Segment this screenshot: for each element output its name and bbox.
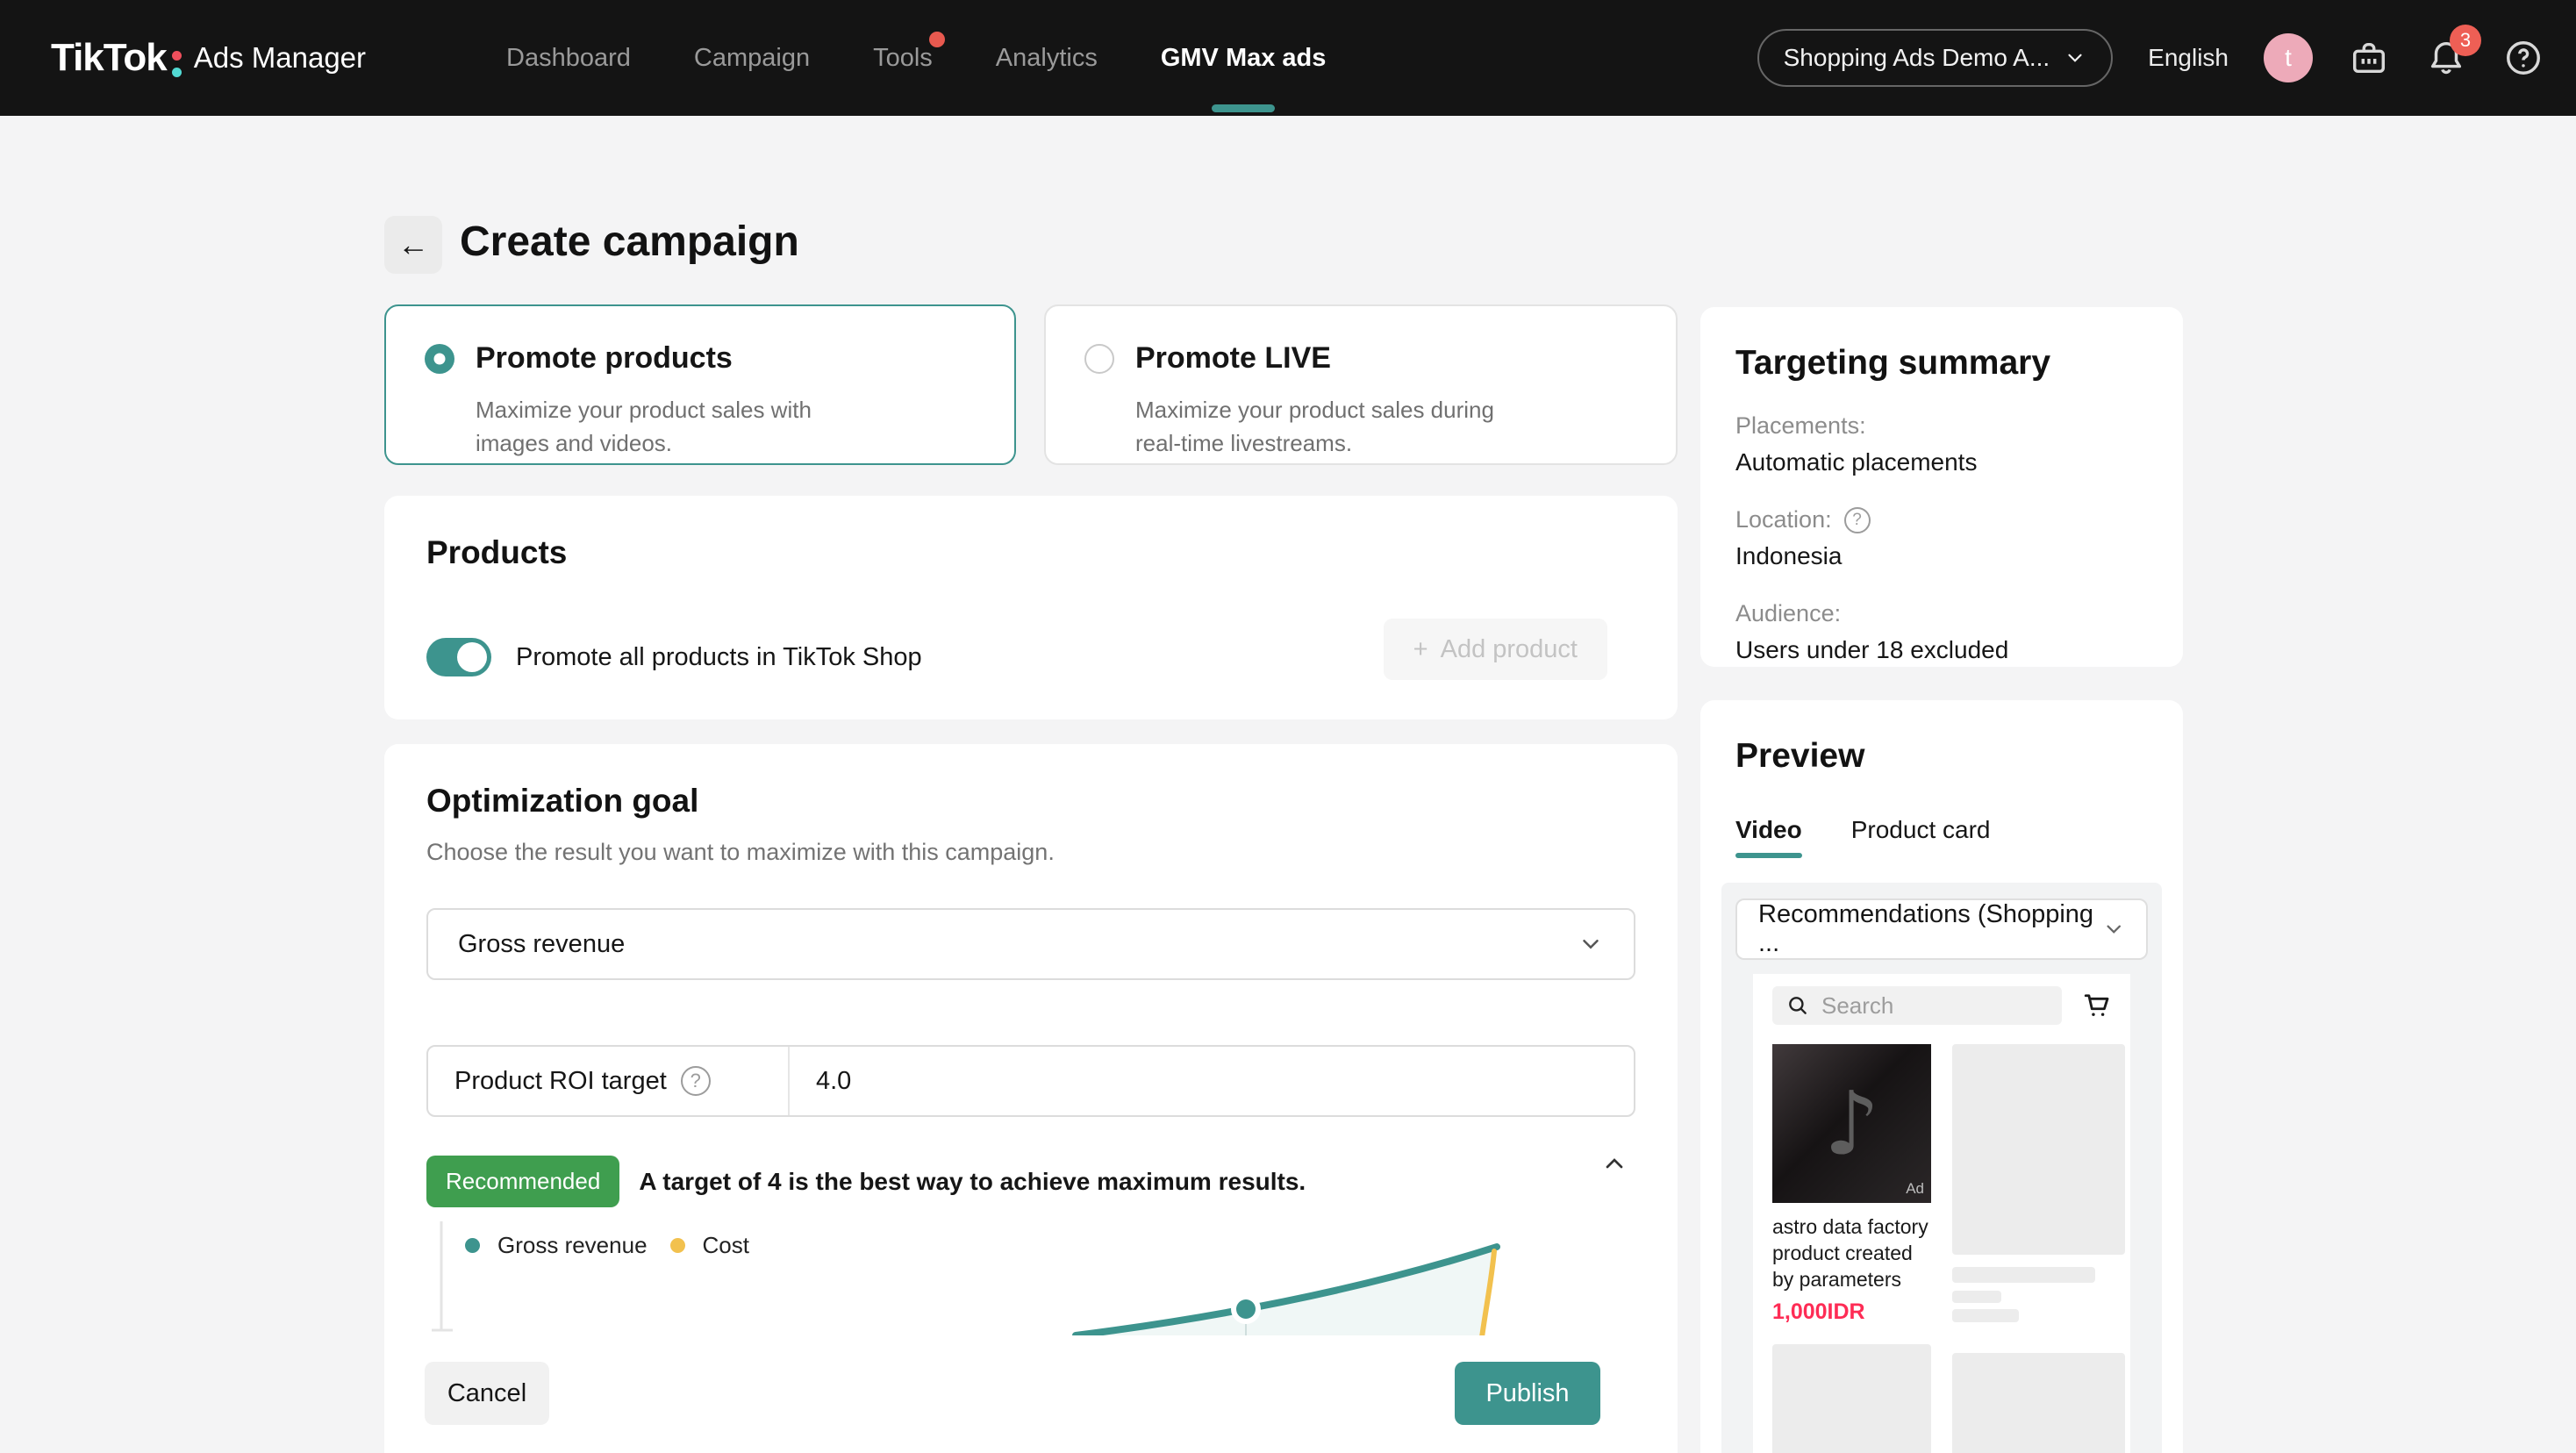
recommended-badge: Recommended xyxy=(426,1156,619,1207)
tab-video[interactable]: Video xyxy=(1735,816,1802,858)
preview-tabs: Video Product card xyxy=(1735,816,2148,858)
brand-suffix: Ads Manager xyxy=(194,41,366,75)
location-label: Location: ? xyxy=(1735,506,2148,533)
skeleton-text-line xyxy=(1952,1309,2019,1322)
location-value: Indonesia xyxy=(1735,542,2148,570)
targeting-summary-heading: Targeting summary xyxy=(1735,344,2148,383)
tools-notification-dot xyxy=(929,32,945,47)
chevron-down-icon xyxy=(2064,47,2086,69)
preview-panel: Recommendations (Shopping ... Search xyxy=(1721,883,2162,1453)
optimization-goal-select[interactable]: Gross revenue xyxy=(426,908,1635,980)
recommendation-text: A target of 4 is the best way to achieve… xyxy=(639,1168,1306,1196)
nav-item-analytics[interactable]: Analytics xyxy=(996,0,1098,116)
primary-nav: Dashboard Campaign Tools Analytics GMV M… xyxy=(506,0,1326,116)
targeting-summary-card: Targeting summary Placements: Automatic … xyxy=(1700,307,2183,667)
help-icon[interactable] xyxy=(2502,37,2544,79)
nav-item-campaign[interactable]: Campaign xyxy=(694,0,810,116)
campaign-type-promote-products[interactable]: Promote products Maximize your product s… xyxy=(384,304,1016,465)
skeleton-image-block xyxy=(1952,1044,2125,1255)
publish-button[interactable]: Publish xyxy=(1455,1362,1600,1425)
action-footer: Cancel Publish xyxy=(384,1335,1678,1453)
notifications-bell-icon[interactable]: 3 xyxy=(2425,37,2467,79)
brand-wordmark: TikTok xyxy=(51,36,167,80)
language-selector[interactable]: English xyxy=(2148,44,2229,72)
preview-placement-select[interactable]: Recommendations (Shopping ... xyxy=(1735,898,2148,960)
ad-label: Ad xyxy=(1906,1180,1924,1198)
roi-help-icon[interactable]: ? xyxy=(681,1066,711,1096)
audience-value: Users under 18 excluded xyxy=(1735,636,2148,664)
promote-all-toggle-label: Promote all products in TikTok Shop xyxy=(516,643,922,672)
roi-target-input[interactable] xyxy=(790,1047,1634,1115)
plus-icon: + xyxy=(1413,635,1428,664)
toolbox-icon[interactable] xyxy=(2348,37,2390,79)
location-help-icon[interactable]: ? xyxy=(1844,507,1871,533)
search-placeholder: Search xyxy=(1821,992,1893,1020)
cancel-button[interactable]: Cancel xyxy=(425,1362,549,1425)
phone-search-field[interactable]: Search xyxy=(1772,986,2062,1025)
audience-label: Audience: xyxy=(1735,600,2148,627)
campaign-type-description: Maximize your product sales during real-… xyxy=(1135,393,1521,460)
products-heading: Products xyxy=(426,534,1635,571)
promote-all-toggle[interactable] xyxy=(426,638,491,676)
chevron-down-icon xyxy=(1578,931,1604,957)
brand-colon-icon xyxy=(172,51,182,77)
preview-heading: Preview xyxy=(1735,737,2148,776)
nav-right-cluster: Shopping Ads Demo A... English t 3 xyxy=(1757,0,2544,116)
nav-item-gmv-max-ads[interactable]: GMV Max ads xyxy=(1161,0,1327,116)
optimization-heading: Optimization goal xyxy=(426,783,1635,820)
account-selector[interactable]: Shopping Ads Demo A... xyxy=(1757,29,2114,87)
product-price: 1,000IDR xyxy=(1772,1299,1931,1325)
back-arrow-icon: ← xyxy=(397,226,429,263)
campaign-type-promote-live[interactable]: Promote LIVE Maximize your product sales… xyxy=(1044,304,1678,465)
chevron-down-icon xyxy=(2102,917,2125,941)
product-ad-image[interactable]: ♪ Ad xyxy=(1772,1044,1931,1203)
tab-product-card[interactable]: Product card xyxy=(1851,816,1991,858)
collapse-chevron-up-icon[interactable] xyxy=(1600,1149,1628,1177)
notification-count-badge: 3 xyxy=(2450,25,2481,56)
optimization-goal-value: Gross revenue xyxy=(458,930,625,959)
roi-target-label: Product ROI target xyxy=(454,1067,667,1096)
phone-preview-screen: Search ♪ xyxy=(1753,974,2130,1453)
campaign-type-title: Promote products xyxy=(476,341,733,376)
top-nav: TikTok Ads Manager Dashboard Campaign To… xyxy=(0,0,2576,116)
product-title[interactable]: astro data factory product created by pa… xyxy=(1772,1213,1931,1292)
avatar[interactable]: t xyxy=(2264,33,2313,82)
search-icon xyxy=(1786,994,1809,1017)
placements-value: Automatic placements xyxy=(1735,448,2148,476)
roi-tradeoff-chart xyxy=(426,1218,1672,1337)
page-title: Create campaign xyxy=(460,218,799,266)
skeleton-image-block xyxy=(1772,1344,1931,1453)
brand-logo[interactable]: TikTok Ads Manager xyxy=(51,36,366,80)
app-screen: TikTok Ads Manager Dashboard Campaign To… xyxy=(0,0,2576,1453)
add-product-button[interactable]: + Add product xyxy=(1384,619,1607,680)
skeleton-image-block xyxy=(1952,1353,2125,1453)
placements-label: Placements: xyxy=(1735,412,2148,440)
skeleton-text-line xyxy=(1952,1267,2095,1283)
radio-unselected-icon[interactable] xyxy=(1084,344,1114,374)
roi-point-marker xyxy=(1236,1299,1256,1319)
products-card: Products Promote all products in TikTok … xyxy=(384,496,1678,719)
back-button[interactable]: ← xyxy=(384,216,442,274)
optimization-subtitle: Choose the result you want to maximize w… xyxy=(426,839,1635,866)
preview-card: Preview Video Product card Recommendatio… xyxy=(1700,700,2183,1453)
roi-target-field: Product ROI target ? xyxy=(426,1045,1635,1117)
nav-item-dashboard[interactable]: Dashboard xyxy=(506,0,631,116)
campaign-type-description: Maximize your product sales with images … xyxy=(476,393,862,460)
nav-item-tools[interactable]: Tools xyxy=(873,0,933,116)
cart-icon[interactable] xyxy=(2081,990,2113,1021)
skeleton-text-line xyxy=(1952,1291,2001,1303)
radio-selected-icon[interactable] xyxy=(425,344,454,374)
campaign-type-title: Promote LIVE xyxy=(1135,341,1331,376)
tiktok-note-watermark-icon: ♪ xyxy=(1824,1072,1880,1175)
